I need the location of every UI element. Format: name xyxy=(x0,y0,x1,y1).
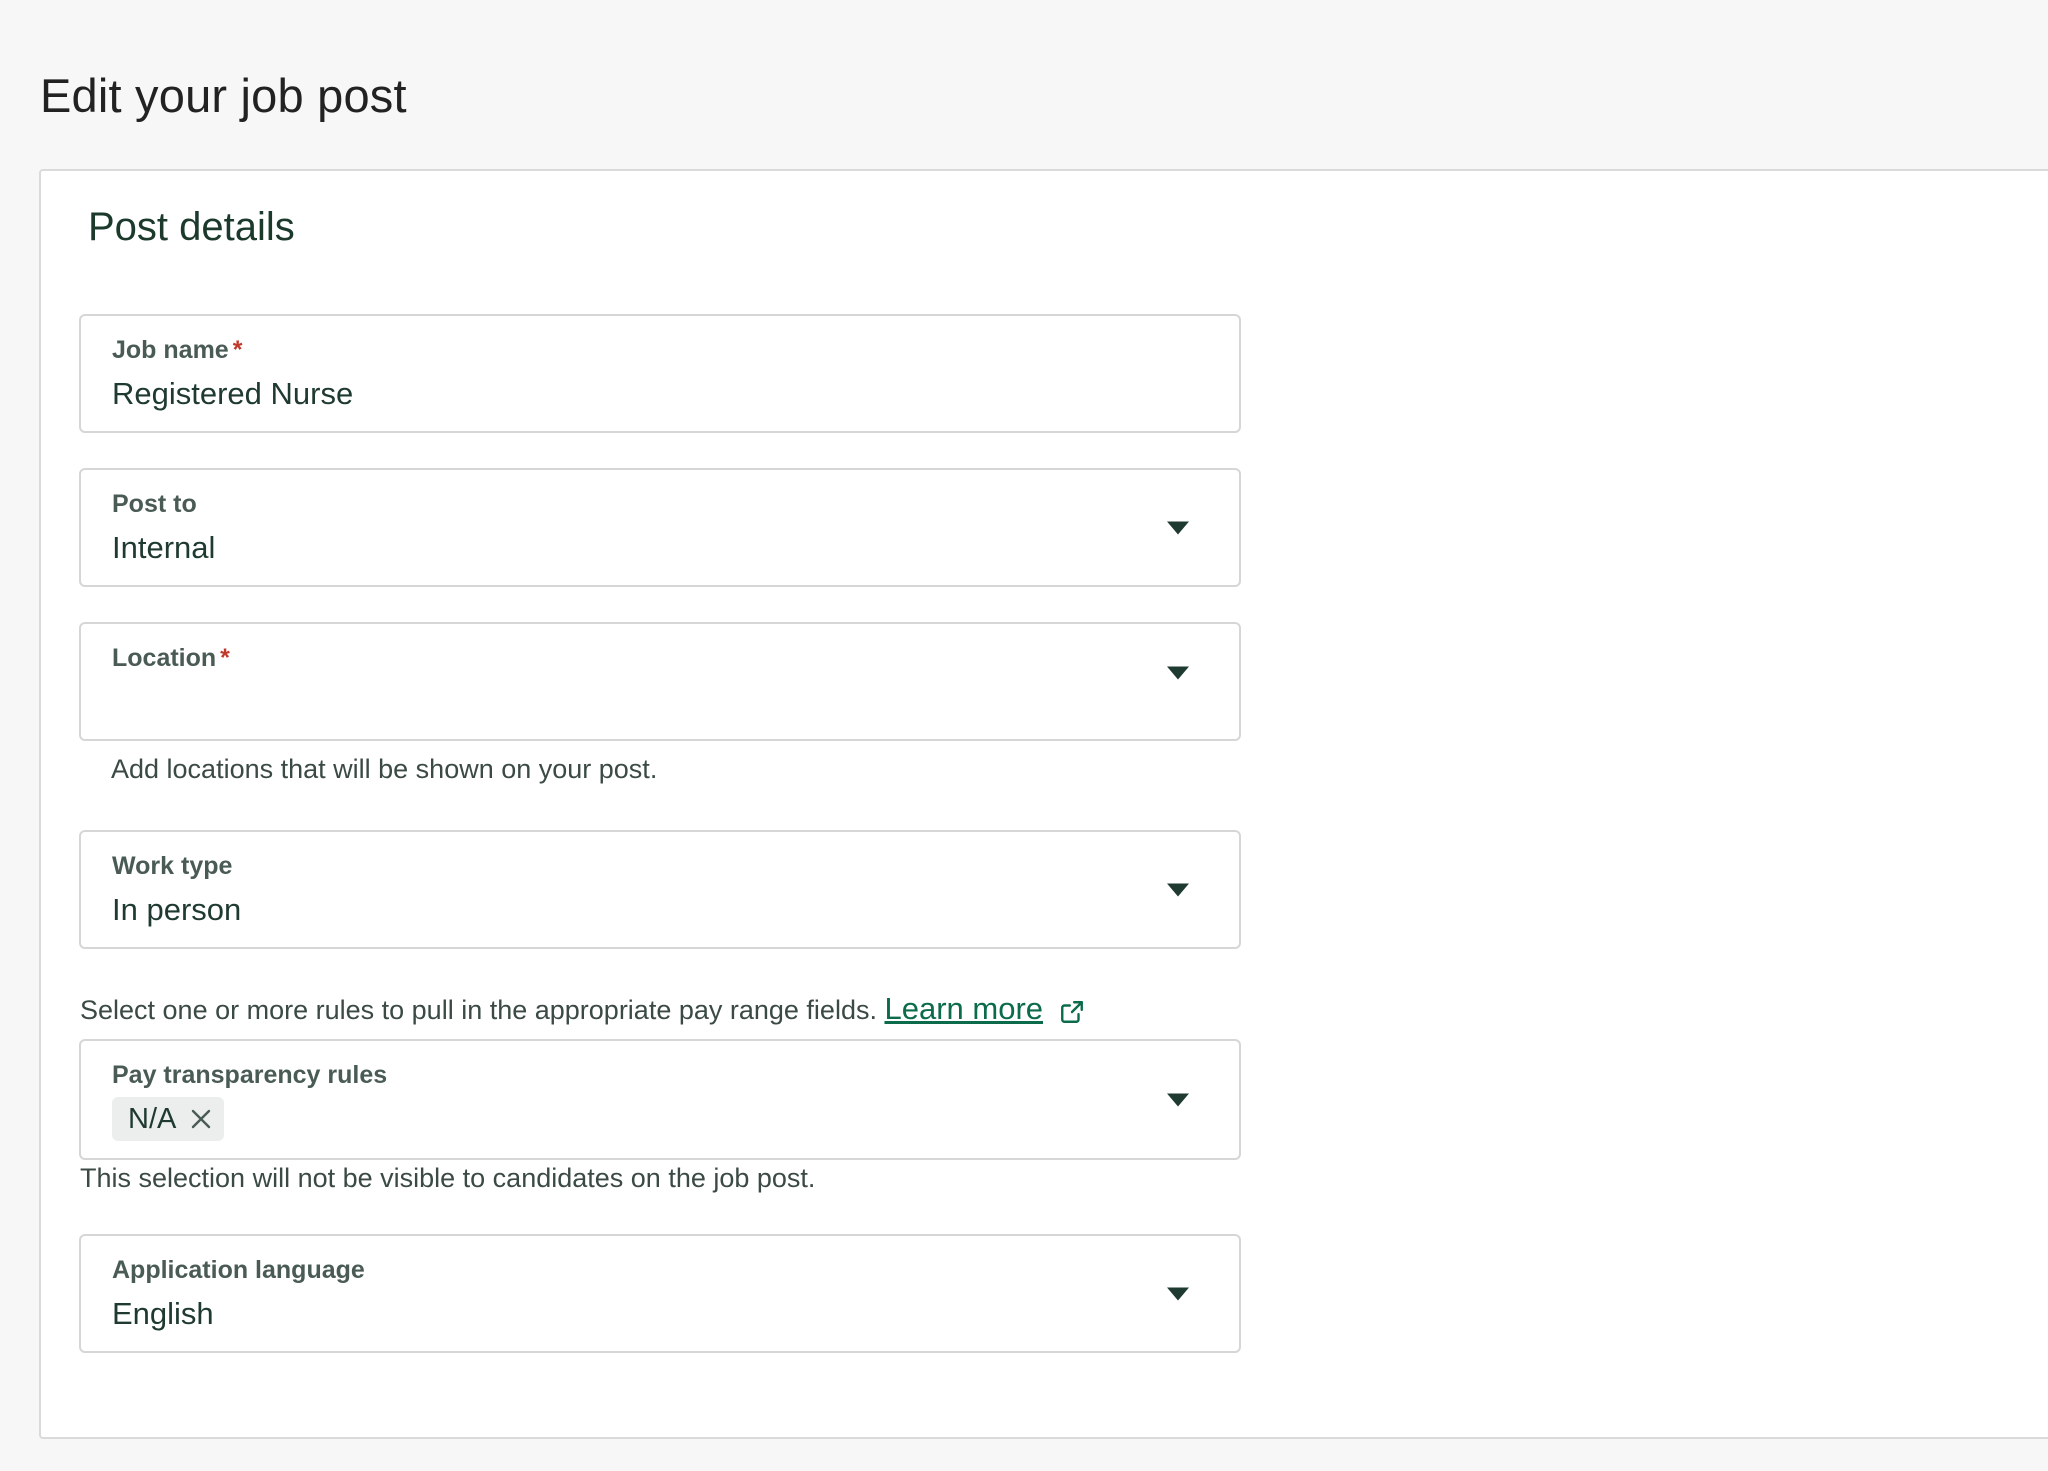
location-helper-text: Add locations that will be shown on your… xyxy=(111,754,658,784)
chevron-down-icon[interactable] xyxy=(1167,883,1189,896)
application-language-label: Application language xyxy=(112,1256,365,1284)
required-marker: * xyxy=(232,336,243,364)
selected-chip: N/A xyxy=(112,1097,225,1141)
chip-label: N/A xyxy=(128,1102,177,1135)
card-title: Post details xyxy=(88,205,295,249)
job-name-label: Job name * xyxy=(112,336,242,365)
chevron-down-icon[interactable] xyxy=(1167,1093,1189,1106)
chevron-down-icon[interactable] xyxy=(1167,521,1189,534)
location-label: Location * xyxy=(112,644,230,673)
learn-more-link[interactable]: Learn more xyxy=(884,991,1043,1026)
pay-transparency-label: Pay transparency rules xyxy=(112,1061,388,1089)
location-select[interactable]: Location * xyxy=(79,622,1241,741)
required-marker: * xyxy=(220,644,230,672)
chevron-down-icon[interactable] xyxy=(1167,666,1189,680)
post-to-select[interactable]: Post to Internal xyxy=(79,468,1241,587)
close-icon[interactable] xyxy=(190,1108,212,1130)
application-language-value: English xyxy=(112,1296,214,1331)
job-name-value: Registered Nurse xyxy=(112,376,354,411)
work-type-label: Work type xyxy=(112,852,233,880)
post-to-value: Internal xyxy=(112,530,216,565)
job-name-label-text: Job name xyxy=(112,336,229,364)
pay-transparency-intro-text: Select one or more rules to pull in the … xyxy=(80,995,877,1025)
external-link-icon[interactable] xyxy=(1059,999,1085,1025)
post-to-label: Post to xyxy=(112,490,197,518)
pay-transparency-intro: Select one or more rules to pull in the … xyxy=(80,991,1085,1027)
chevron-down-icon[interactable] xyxy=(1167,1287,1189,1300)
work-type-select[interactable]: Work type In person xyxy=(79,830,1241,949)
work-type-value: In person xyxy=(112,892,242,927)
post-details-card: Post details Job name * Registered Nurse … xyxy=(39,169,2048,1439)
page-title: Edit your job post xyxy=(40,69,407,122)
job-name-field[interactable]: Job name * Registered Nurse xyxy=(79,314,1241,433)
application-language-select[interactable]: Application language English xyxy=(79,1234,1241,1353)
location-label-text: Location xyxy=(112,644,217,672)
pay-transparency-select[interactable]: Pay transparency rules N/A xyxy=(79,1039,1241,1160)
pay-transparency-helper-text: This selection will not be visible to ca… xyxy=(80,1163,816,1193)
